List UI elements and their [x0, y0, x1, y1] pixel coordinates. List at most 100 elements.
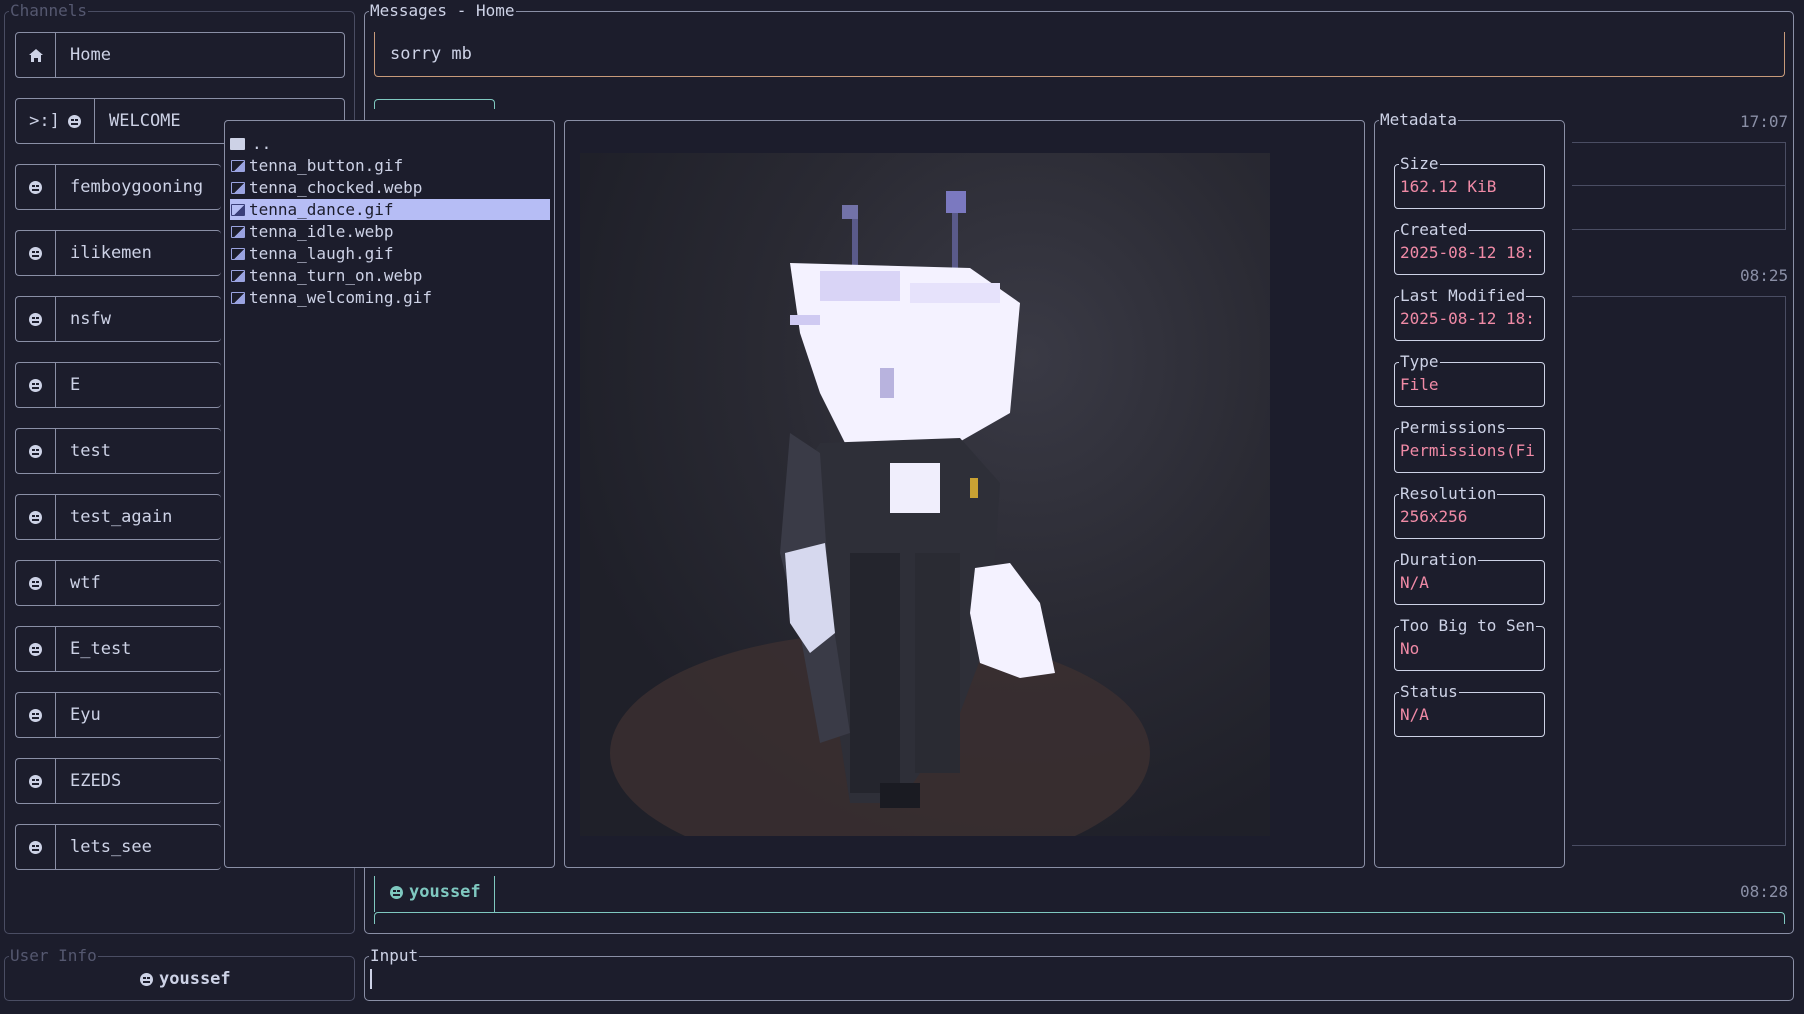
channel-label: Eyu: [70, 705, 101, 725]
channel-label: wtf: [70, 573, 101, 593]
image-file-icon: [231, 225, 245, 238]
face-icon: [16, 495, 56, 539]
user-info-title: User Info: [9, 945, 98, 967]
image-file-icon: [231, 181, 245, 194]
metadata-label: Status: [1399, 681, 1459, 703]
channel-item[interactable]: EZEDS: [15, 758, 221, 804]
channel-item[interactable]: test: [15, 428, 221, 474]
image-file-icon: [231, 159, 245, 172]
image-file-icon: [231, 269, 245, 282]
file-item[interactable]: tenna_chocked.webp: [230, 177, 550, 198]
file-name: tenna_dance.gif: [249, 200, 394, 219]
channel-label: femboygooning: [70, 177, 204, 197]
message-tab-fragment: [374, 99, 495, 109]
parent-directory-label: ..: [252, 134, 272, 153]
metadata-value: N/A: [1400, 573, 1429, 592]
metadata-title: Metadata: [1379, 109, 1459, 131]
channel-label: WELCOME: [109, 111, 181, 131]
message-frame-fragment: [1572, 186, 1786, 230]
character-sprite: [610, 191, 1150, 836]
file-item[interactable]: tenna_turn_on.webp: [230, 265, 550, 286]
user-avatar-icon: [390, 885, 403, 899]
channel-item[interactable]: Eyu: [15, 692, 221, 738]
image-preview: [580, 153, 1270, 836]
metadata-field: Resolution 256x256: [1394, 483, 1545, 539]
image-file-icon: [231, 247, 245, 260]
user-info-row: youssef: [140, 969, 231, 989]
metadata-label: Permissions: [1399, 417, 1507, 439]
metadata-field: Too Big to Sen No: [1394, 615, 1545, 671]
metadata-field: Created 2025-08-12 18:: [1394, 219, 1545, 275]
face-icon: [16, 429, 56, 473]
metadata-label: Created: [1399, 219, 1469, 241]
metadata-value: 2025-08-12 18:: [1400, 309, 1535, 328]
face-icon: [16, 825, 56, 869]
message-frame-fragment: [1572, 142, 1786, 186]
face-icon: [16, 165, 56, 209]
input-title: Input: [369, 945, 420, 967]
file-name: tenna_laugh.gif: [249, 244, 394, 263]
user-icon: [140, 972, 153, 986]
metadata-field: Status N/A: [1394, 681, 1545, 737]
channel-item[interactable]: Home: [15, 32, 345, 78]
file-name: tenna_button.gif: [249, 156, 404, 175]
file-item[interactable]: tenna_dance.gif: [230, 199, 550, 220]
channel-label: lets_see: [70, 837, 152, 857]
file-item[interactable]: tenna_idle.webp: [230, 221, 550, 242]
channel-item[interactable]: femboygooning: [15, 164, 221, 210]
metadata-value: N/A: [1400, 705, 1429, 724]
message-bubble-bottom: [374, 912, 1785, 924]
channel-item[interactable]: E_test: [15, 626, 221, 672]
channel-item[interactable]: wtf: [15, 560, 221, 606]
metadata-value: File: [1400, 375, 1439, 394]
message-author[interactable]: youssef: [390, 882, 481, 902]
face-icon: [16, 561, 56, 605]
author-name: youssef: [409, 882, 481, 902]
face-icon: [16, 297, 56, 341]
metadata-field: Permissions Permissions(Fi: [1394, 417, 1545, 473]
metadata-label: Too Big to Sen: [1399, 615, 1536, 637]
channel-item[interactable]: lets_see: [15, 824, 221, 870]
user-name: youssef: [159, 969, 231, 989]
timestamp: 17:07: [1740, 112, 1789, 131]
metadata-field: Duration N/A: [1394, 549, 1545, 605]
file-item[interactable]: tenna_welcoming.gif: [230, 287, 550, 308]
file-name: tenna_turn_on.webp: [249, 266, 423, 285]
channel-item[interactable]: test_again: [15, 494, 221, 540]
channel-item[interactable]: E: [15, 362, 221, 408]
image-file-icon: [231, 291, 245, 304]
message-bubble-top: sorry mb: [374, 32, 1785, 77]
parent-directory[interactable]: ..: [230, 133, 550, 154]
channel-label: E: [70, 375, 81, 395]
channel-label: test: [70, 441, 111, 461]
channel-label: E_test: [70, 639, 132, 659]
metadata-label: Resolution: [1399, 483, 1498, 505]
metadata-value: 162.12 KiB: [1400, 177, 1497, 196]
home-icon: [16, 33, 56, 77]
channel-label: nsfw: [70, 309, 111, 329]
text-cursor: [370, 969, 372, 989]
face-icon: [67, 114, 81, 128]
channel-label: test_again: [70, 507, 173, 527]
channel-prefix-text: >:]: [29, 111, 60, 131]
timestamp: 08:28: [1740, 882, 1789, 901]
timestamp: 08:25: [1740, 266, 1789, 285]
folder-icon: [230, 137, 245, 150]
file-item[interactable]: tenna_button.gif: [230, 155, 550, 176]
message-frame-fragment: [1572, 296, 1786, 846]
message-text: sorry mb: [390, 44, 472, 64]
face-icon: [16, 627, 56, 671]
image-file-icon: [231, 203, 245, 216]
channel-label: Home: [70, 45, 111, 65]
metadata-value: Permissions(Fi: [1400, 441, 1535, 460]
channel-item[interactable]: nsfw: [15, 296, 221, 342]
messages-title: Messages - Home: [369, 0, 516, 22]
face-icon: [16, 231, 56, 275]
metadata-label: Duration: [1399, 549, 1479, 571]
metadata-value: No: [1400, 639, 1420, 658]
input-panel[interactable]: Input: [364, 945, 1794, 1001]
channel-item[interactable]: ilikemen: [15, 230, 221, 276]
metadata-field: Type File: [1394, 351, 1545, 407]
metadata-label: Last Modified: [1399, 285, 1527, 307]
file-item[interactable]: tenna_laugh.gif: [230, 243, 550, 264]
